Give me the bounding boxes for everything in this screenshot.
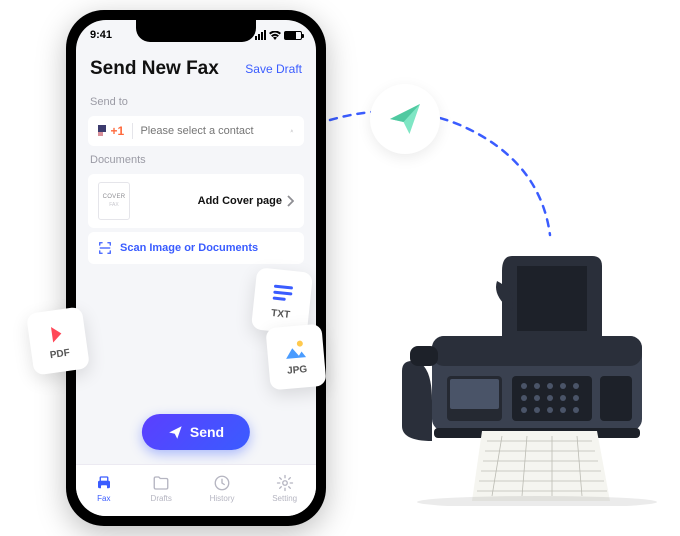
flag-us-icon[interactable] [98, 125, 103, 137]
send-icon [168, 425, 183, 440]
wifi-icon [269, 31, 281, 40]
fax-icon [95, 474, 113, 492]
tab-fax[interactable]: Fax [95, 474, 113, 503]
page-title: Send New Fax [90, 58, 219, 80]
chevron-right-icon [286, 195, 294, 207]
clock-icon [213, 474, 231, 492]
documents-label: Documents [76, 150, 316, 170]
recipient-input[interactable] [140, 125, 282, 137]
tab-history[interactable]: History [210, 474, 235, 503]
fax-machine-graphic [382, 246, 662, 506]
cover-page-row[interactable]: COVER FAX Add Cover page [88, 174, 304, 228]
add-cover-button[interactable]: Add Cover page [198, 195, 294, 207]
gear-icon [276, 474, 294, 492]
send-to-row[interactable]: +1 [88, 116, 304, 146]
pdf-file-card: PDF [26, 306, 90, 375]
paper-plane-graphic [370, 84, 440, 154]
send-to-label: Send to [76, 92, 316, 112]
scan-button[interactable]: Scan Image or Documents [88, 232, 304, 264]
folder-icon [152, 474, 170, 492]
tab-drafts[interactable]: Drafts [151, 474, 172, 503]
battery-icon [284, 31, 302, 40]
signal-icon [255, 30, 266, 40]
app-header: Send New Fax Save Draft [76, 50, 316, 92]
txt-icon [270, 281, 296, 307]
phone-frame: 9:41 Send New Fax Save Draft Send to +1 … [66, 10, 326, 526]
country-code[interactable]: +1 [111, 124, 125, 138]
image-icon [282, 337, 308, 363]
jpg-file-card: JPG [265, 324, 326, 391]
phone-screen: 9:41 Send New Fax Save Draft Send to +1 … [76, 20, 316, 516]
pdf-icon [43, 321, 70, 348]
save-draft-button[interactable]: Save Draft [245, 62, 302, 76]
scan-icon [98, 241, 112, 255]
status-time: 9:41 [90, 29, 112, 41]
tab-bar: Fax Drafts History Setting [76, 464, 316, 516]
tab-setting[interactable]: Setting [272, 474, 297, 503]
phone-notch [136, 20, 256, 42]
contact-icon[interactable] [290, 124, 294, 138]
connection-path [320, 90, 600, 260]
paper-plane-icon [387, 101, 423, 137]
send-button[interactable]: Send [142, 414, 250, 450]
cover-thumbnail: COVER FAX [98, 182, 130, 220]
